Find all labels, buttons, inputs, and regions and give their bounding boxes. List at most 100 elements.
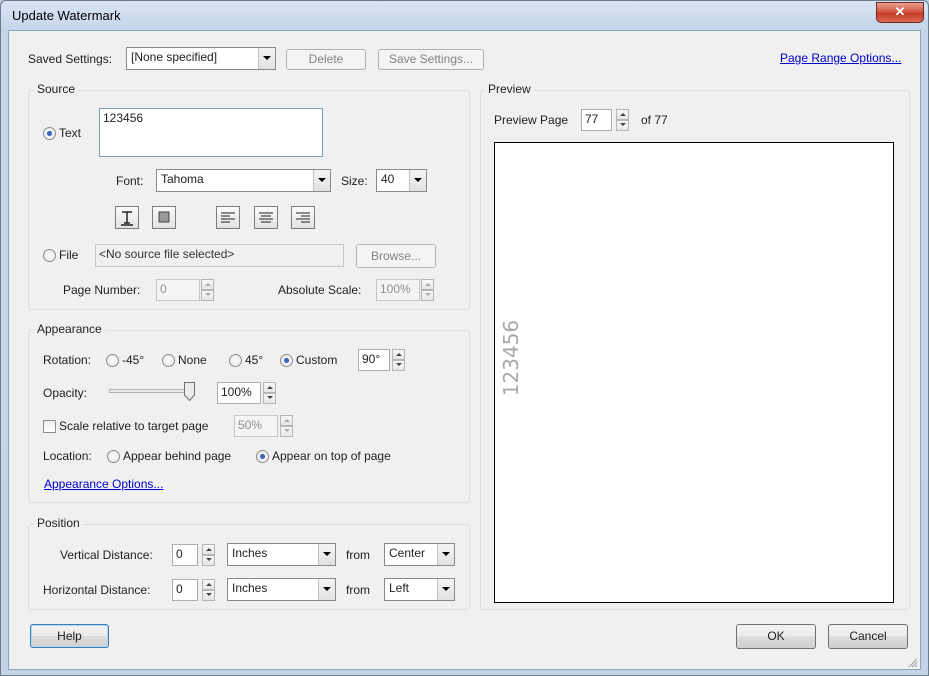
title-bar[interactable]: Update Watermark ✕ [1, 1, 928, 29]
page-range-options-link[interactable]: Page Range Options... [780, 51, 901, 65]
preview-watermark-text: 123456 [499, 319, 523, 397]
scale-relative-stepper[interactable] [280, 415, 293, 437]
source-file-field[interactable]: <No source file selected> [95, 244, 344, 267]
chevron-down-icon [409, 170, 426, 191]
dialog-window: Update Watermark ✕ Saved Settings: [None… [0, 0, 929, 676]
rotation-45-radio[interactable] [229, 354, 242, 367]
stepper-down-icon[interactable] [202, 555, 215, 566]
stepper-up-icon[interactable] [392, 349, 405, 360]
horizontal-from-value: Left [389, 581, 410, 595]
align-left-button[interactable] [216, 206, 240, 229]
rotation-custom-input[interactable]: 90° [358, 349, 390, 371]
horizontal-distance-stepper[interactable] [202, 579, 215, 601]
vertical-unit-value: Inches [232, 546, 268, 560]
saved-settings-dropdown[interactable]: [None specified] [126, 47, 276, 70]
size-value: 40 [381, 172, 395, 186]
stepper-up-icon[interactable] [280, 415, 293, 426]
text-color-button[interactable] [115, 206, 139, 229]
chevron-down-icon [318, 544, 335, 565]
close-button[interactable]: ✕ [876, 2, 924, 23]
text-radio[interactable] [43, 127, 56, 140]
stepper-up-icon[interactable] [421, 279, 434, 290]
saved-settings-label: Saved Settings: [28, 52, 113, 66]
opacity-stepper[interactable] [263, 382, 276, 404]
size-dropdown[interactable]: 40 [376, 169, 427, 192]
stepper-down-icon[interactable] [202, 590, 215, 601]
file-radio-label: File [59, 248, 79, 262]
page-number-stepper[interactable] [201, 279, 214, 301]
help-button[interactable]: Help [30, 624, 109, 648]
stepper-up-icon[interactable] [263, 382, 276, 393]
text-radio-label: Text [59, 126, 82, 140]
vertical-distance-input[interactable]: 0 [172, 544, 198, 566]
horizontal-distance-label: Horizontal Distance: [43, 583, 151, 597]
appearance-options-link[interactable]: Appearance Options... [44, 477, 163, 491]
file-radio[interactable] [43, 249, 56, 262]
location-label: Location: [43, 449, 92, 463]
opacity-slider-track[interactable] [109, 389, 195, 393]
ok-button[interactable]: OK [736, 624, 816, 649]
align-center-button[interactable] [254, 206, 278, 229]
resize-grip-icon [908, 658, 918, 668]
chevron-down-icon [258, 48, 275, 69]
appear-behind-radio[interactable] [107, 450, 120, 463]
rotation-none-radio[interactable] [162, 354, 175, 367]
horizontal-from-label: from [346, 583, 370, 597]
vertical-distance-label: Vertical Distance: [60, 548, 153, 562]
rotation-neg45-radio[interactable] [106, 354, 119, 367]
save-settings-button[interactable]: Save Settings... [378, 49, 484, 70]
cancel-button[interactable]: Cancel [828, 624, 908, 649]
vertical-from-value: Center [389, 546, 426, 560]
scale-relative-input[interactable]: 50% [234, 415, 278, 437]
chevron-down-icon [437, 579, 454, 600]
stepper-up-icon[interactable] [202, 544, 215, 555]
appear-on-top-label: Appear on top of page [272, 449, 391, 463]
horizontal-unit-dropdown[interactable]: Inches [227, 578, 336, 601]
page-number-input[interactable]: 0 [156, 279, 200, 301]
watermark-text-input[interactable]: 123456 [99, 108, 323, 157]
dialog-body: Saved Settings: [None specified] Delete … [8, 30, 921, 670]
stepper-down-icon[interactable] [616, 120, 629, 131]
delete-button[interactable]: Delete [286, 49, 366, 70]
stepper-up-icon[interactable] [616, 109, 629, 120]
source-group-label: Source [34, 82, 79, 96]
preview-page-stepper[interactable] [616, 109, 629, 131]
align-center-icon [259, 212, 273, 223]
rotation-neg45-label: -45° [122, 353, 145, 367]
preview-page-label: Preview Page [494, 113, 569, 127]
opacity-slider-thumb[interactable] [184, 382, 195, 402]
fill-color-button[interactable] [152, 206, 176, 229]
stepper-up-icon[interactable] [201, 279, 214, 290]
absolute-scale-stepper[interactable] [421, 279, 434, 301]
appear-on-top-radio[interactable] [256, 450, 269, 463]
chevron-down-icon [437, 544, 454, 565]
preview-canvas: 123456 [494, 142, 894, 603]
font-value: Tahoma [161, 172, 204, 186]
font-dropdown[interactable]: Tahoma [156, 169, 331, 192]
vertical-distance-stepper[interactable] [202, 544, 215, 566]
scale-relative-checkbox[interactable] [43, 420, 56, 433]
align-right-button[interactable] [291, 206, 315, 229]
browse-button[interactable]: Browse... [356, 244, 436, 268]
fill-square-icon [158, 211, 170, 223]
vertical-unit-dropdown[interactable]: Inches [227, 543, 336, 566]
stepper-up-icon[interactable] [202, 579, 215, 590]
stepper-down-icon[interactable] [201, 290, 214, 301]
absolute-scale-input[interactable]: 100% [376, 279, 420, 301]
preview-page-total: of 77 [641, 113, 668, 127]
opacity-input[interactable]: 100% [217, 382, 261, 404]
rotation-custom-radio[interactable] [280, 354, 293, 367]
vertical-from-label: from [346, 548, 370, 562]
preview-page-input[interactable]: 77 [581, 109, 612, 131]
slider-thumb-icon [184, 382, 195, 402]
resize-grip[interactable] [908, 657, 918, 668]
rotation-custom-stepper[interactable] [392, 349, 405, 371]
stepper-down-icon[interactable] [421, 290, 434, 301]
stepper-down-icon[interactable] [263, 393, 276, 404]
stepper-down-icon[interactable] [392, 360, 405, 371]
vertical-from-dropdown[interactable]: Center [384, 543, 455, 566]
stepper-down-icon[interactable] [280, 426, 293, 437]
horizontal-from-dropdown[interactable]: Left [384, 578, 455, 601]
appear-behind-label: Appear behind page [123, 449, 232, 463]
horizontal-distance-input[interactable]: 0 [172, 579, 198, 601]
